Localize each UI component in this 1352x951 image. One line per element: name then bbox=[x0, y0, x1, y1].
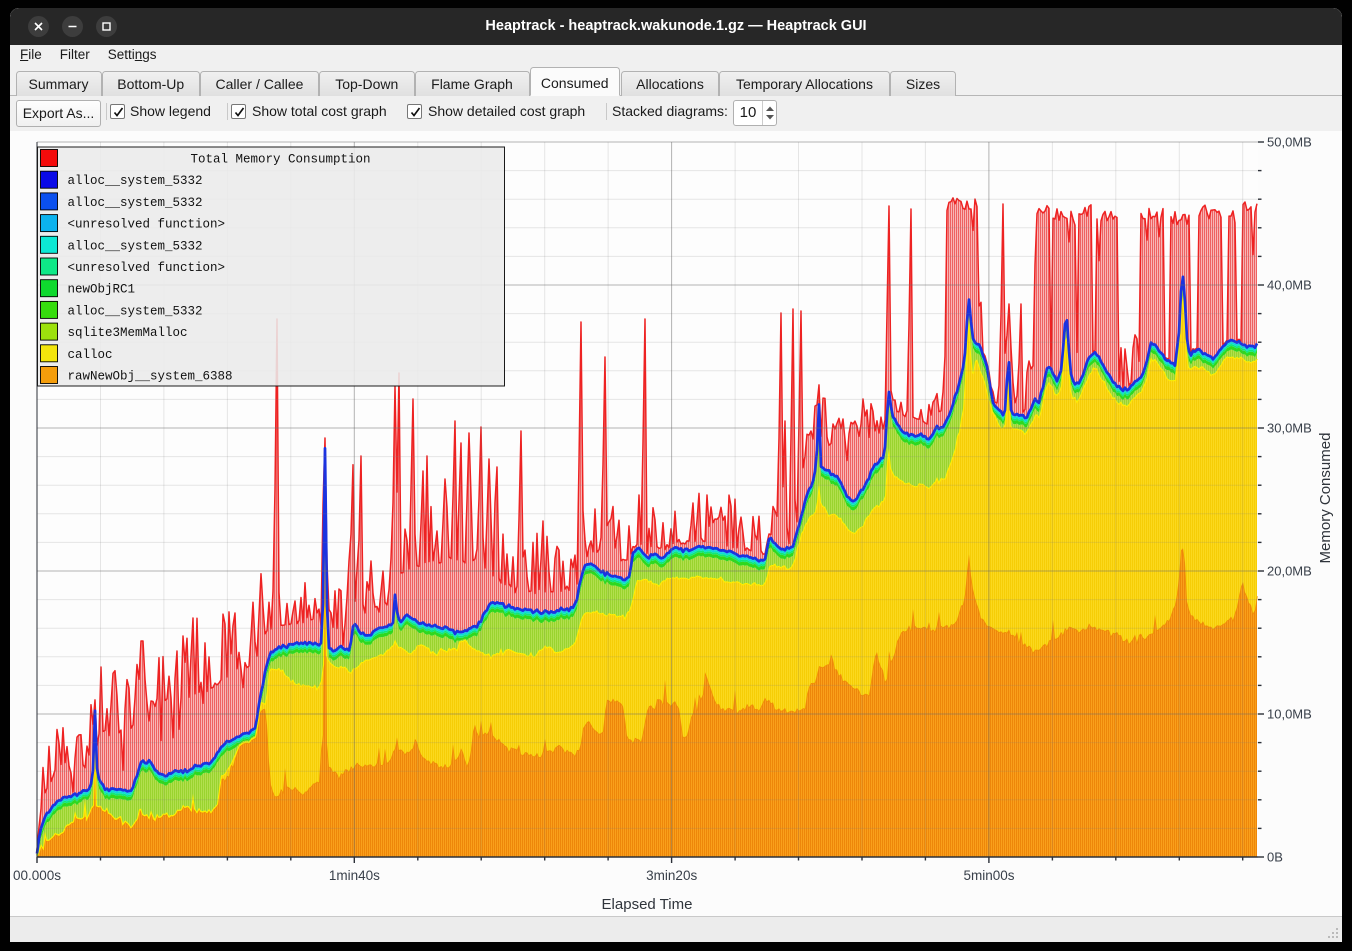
svg-text:00.000s: 00.000s bbox=[13, 868, 61, 883]
svg-text:0B: 0B bbox=[1267, 850, 1283, 865]
svg-text:40,0MB: 40,0MB bbox=[1267, 278, 1312, 293]
svg-text:Memory Consumed: Memory Consumed bbox=[1317, 433, 1334, 564]
svg-text:Total Memory Consumption: Total Memory Consumption bbox=[190, 153, 370, 167]
svg-text:20,0MB: 20,0MB bbox=[1267, 564, 1312, 579]
svg-text:rawNewObj__system_6388: rawNewObj__system_6388 bbox=[68, 370, 233, 384]
svg-text:<unresolved function>: <unresolved function> bbox=[68, 218, 226, 232]
svg-text:sqlite3MemMalloc: sqlite3MemMalloc bbox=[68, 326, 188, 340]
svg-text:newObjRC1: newObjRC1 bbox=[68, 283, 136, 297]
svg-text:calloc: calloc bbox=[68, 348, 113, 362]
svg-text:alloc__system_5332: alloc__system_5332 bbox=[68, 239, 203, 253]
svg-text:alloc__system_5332: alloc__system_5332 bbox=[68, 174, 203, 188]
svg-text:<unresolved function>: <unresolved function> bbox=[68, 261, 226, 275]
svg-text:50,0MB: 50,0MB bbox=[1267, 135, 1312, 150]
svg-text:alloc__system_5332: alloc__system_5332 bbox=[68, 304, 203, 318]
svg-text:alloc__system_5332: alloc__system_5332 bbox=[68, 196, 203, 210]
svg-text:Elapsed Time: Elapsed Time bbox=[602, 896, 693, 913]
svg-text:10,0MB: 10,0MB bbox=[1267, 707, 1312, 722]
svg-text:3min20s: 3min20s bbox=[646, 868, 697, 883]
svg-text:1min40s: 1min40s bbox=[329, 868, 380, 883]
svg-text:5min00s: 5min00s bbox=[963, 868, 1014, 883]
svg-text:30,0MB: 30,0MB bbox=[1267, 421, 1312, 436]
